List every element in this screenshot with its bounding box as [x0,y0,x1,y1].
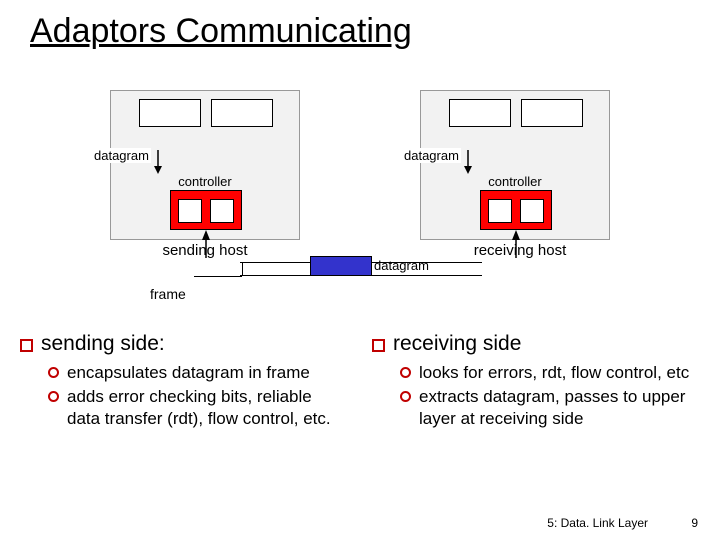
bullet-text: encapsulates datagram in frame [67,362,310,384]
bullet-text: adds error checking bits, reliable data … [67,386,348,430]
bullet-l1: receiving side [372,332,700,356]
frame-pointer [242,262,243,276]
circle-bullet-icon [48,367,59,378]
controller-card-left [170,190,242,230]
bullet-text: extracts datagram, passes to upper layer… [419,386,700,430]
bullet-l1: sending side: [20,332,348,356]
receiving-host-label: receiving host [460,242,580,259]
host-rect [521,99,583,127]
circle-bullet-icon [400,367,411,378]
circle-bullet-icon [48,391,59,402]
circle-bullet-icon [400,391,411,402]
host-rect [449,99,511,127]
bullet-heading: receiving side [393,332,521,356]
card-slot [210,199,234,223]
host-rect [211,99,273,127]
footer-page-number: 9 [691,516,698,530]
bullet-l2: encapsulates datagram in frame [48,362,348,384]
arrow-down-icon [462,150,474,174]
slide-title: Adaptors Communicating [30,12,412,51]
left-column: sending side: encapsulates datagram in f… [20,332,348,431]
square-bullet-icon [20,339,33,352]
frame-datagram-label: datagram [374,258,429,273]
footer-section: 5: Data. Link Layer [547,516,648,530]
square-bullet-icon [372,339,385,352]
controller-label-right: controller [480,174,550,189]
bullet-l2: looks for errors, rdt, flow control, etc [400,362,700,384]
bullet-l2: adds error checking bits, reliable data … [48,386,348,430]
arrow-down-icon [152,150,164,174]
bullet-columns: sending side: encapsulates datagram in f… [20,332,700,431]
right-column: receiving side looks for errors, rdt, fl… [372,332,700,431]
host-rect [139,99,201,127]
sending-host-label: sending host [145,242,265,259]
bullet-l2: extracts datagram, passes to upper layer… [400,386,700,430]
card-slot [488,199,512,223]
datagram-label-right: datagram [402,148,461,163]
card-slot [178,199,202,223]
bullet-text: looks for errors, rdt, flow control, etc [419,362,689,384]
card-slot [520,199,544,223]
controller-label-left: controller [170,174,240,189]
datagram-label-left: datagram [92,148,151,163]
bullet-heading: sending side: [41,332,165,356]
frame-label: frame [150,286,186,302]
frame-datagram-box [310,256,372,276]
frame-pointer [194,276,242,277]
controller-card-right [480,190,552,230]
diagram: datagram controller sending host datagra… [70,90,610,310]
